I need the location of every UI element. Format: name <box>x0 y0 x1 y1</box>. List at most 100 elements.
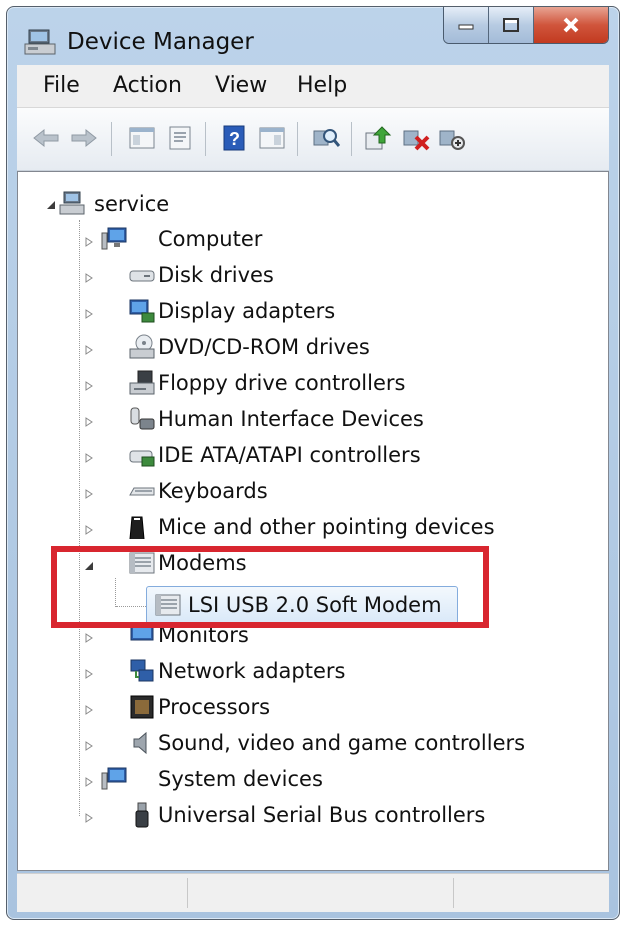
action-pane-button[interactable] <box>257 123 287 153</box>
tree-node-label[interactable]: IDE ATA/ATAPI controllers <box>158 443 421 467</box>
menu-action[interactable]: Action <box>113 73 182 98</box>
collapsed-arrow-icon <box>85 417 93 427</box>
collapsed-arrow-icon <box>85 813 93 823</box>
maximize-icon <box>503 18 519 32</box>
collapsed-arrow-icon <box>85 705 93 715</box>
expand-toggle[interactable] <box>82 703 96 717</box>
expand-root-toggle[interactable] <box>44 198 58 212</box>
svg-text:?: ? <box>229 129 240 149</box>
disable-button[interactable] <box>437 123 467 153</box>
network-adapter-icon <box>130 659 154 682</box>
expand-toggle[interactable] <box>82 667 96 681</box>
disable-icon <box>439 130 465 150</box>
expand-toggle[interactable] <box>82 487 96 501</box>
toolbar-separator <box>351 122 352 156</box>
properties-button[interactable] <box>165 123 195 153</box>
toolbar-separator <box>297 122 298 156</box>
expand-toggle[interactable] <box>82 379 96 393</box>
toolbar-separator <box>205 122 206 156</box>
menu-bar: File Action View Help <box>17 65 609 108</box>
scan-hardware-icon <box>313 129 340 147</box>
close-button[interactable] <box>534 7 608 43</box>
expand-toggle[interactable] <box>82 271 96 285</box>
collapsed-arrow-icon <box>85 345 93 355</box>
close-icon <box>563 17 579 33</box>
menu-view[interactable]: View <box>215 73 267 98</box>
processor-icon <box>130 695 154 719</box>
expand-toggle[interactable] <box>82 739 96 753</box>
title-bar[interactable]: Device Manager <box>7 7 619 65</box>
help-button[interactable]: ? <box>219 123 249 153</box>
show-hide-action-pane-icon <box>259 127 285 149</box>
menu-help[interactable]: Help <box>297 73 347 98</box>
collapsed-arrow-icon <box>85 669 93 679</box>
expand-toggle[interactable] <box>82 415 96 429</box>
tree-node-label[interactable]: Display adapters <box>158 299 335 323</box>
window-title: Device Manager <box>67 29 254 55</box>
help-icon: ? <box>223 125 245 151</box>
collapsed-arrow-icon <box>85 309 93 319</box>
collapsed-arrow-icon <box>85 381 93 391</box>
tree-node-label[interactable]: Mice and other pointing devices <box>158 515 495 539</box>
minimize-button[interactable] <box>444 7 489 43</box>
tree-node-label[interactable]: System devices <box>158 767 323 791</box>
tree-line <box>79 220 80 816</box>
uninstall-button[interactable] <box>401 123 431 153</box>
device-manager-window: Device Manager File Action View Help ? s… <box>6 6 620 920</box>
tree-node-label[interactable]: Processors <box>158 695 270 719</box>
expand-toggle[interactable] <box>82 235 96 249</box>
tree-node-label[interactable]: Sound, video and game controllers <box>158 731 525 755</box>
status-bar <box>17 873 609 912</box>
floppy-controller-icon <box>129 370 155 395</box>
expand-toggle[interactable] <box>82 523 96 537</box>
collapsed-arrow-icon <box>85 273 93 283</box>
show-hide-tree-button[interactable] <box>127 123 157 153</box>
collapsed-arrow-icon <box>85 489 93 499</box>
expand-toggle[interactable] <box>82 451 96 465</box>
forward-arrow-icon <box>71 128 97 148</box>
ide-controller-icon <box>129 450 155 467</box>
collapsed-arrow-icon <box>85 453 93 463</box>
highlight-annotation-box <box>51 546 489 628</box>
scan-hardware-button[interactable] <box>311 123 341 153</box>
device-manager-icon <box>24 29 56 55</box>
display-adapter-icon <box>129 299 155 323</box>
expand-toggle[interactable] <box>82 307 96 321</box>
status-divider <box>453 878 455 908</box>
expand-toggle[interactable] <box>82 343 96 357</box>
maximize-button[interactable] <box>489 7 534 43</box>
usb-icon <box>135 802 149 828</box>
computer-icon <box>59 191 85 215</box>
properties-icon <box>169 126 191 150</box>
device-tree[interactable]: service Computer Disk drives Display ada… <box>17 171 609 871</box>
show-hide-tree-icon <box>129 127 155 149</box>
system-devices-icon <box>101 767 127 790</box>
tree-node-label[interactable]: Network adapters <box>158 659 345 683</box>
tree-node-label[interactable]: DVD/CD-ROM drives <box>158 335 370 359</box>
forward-button[interactable] <box>69 123 99 153</box>
toolbar-separator <box>111 122 112 156</box>
expand-toggle[interactable] <box>82 631 96 645</box>
tree-node-label[interactable]: Keyboards <box>158 479 268 503</box>
mouse-icon <box>129 516 145 540</box>
tree-node-label[interactable]: Disk drives <box>158 263 274 287</box>
root-node-label[interactable]: service <box>94 192 169 216</box>
sound-icon <box>133 731 147 755</box>
hid-icon <box>130 407 155 430</box>
status-divider <box>187 878 189 908</box>
update-driver-button[interactable] <box>363 123 393 153</box>
menu-file[interactable]: File <box>43 73 80 98</box>
disk-drive-icon <box>129 270 155 282</box>
collapsed-arrow-icon <box>85 237 93 247</box>
tree-node-label[interactable]: Floppy drive controllers <box>158 371 405 395</box>
tree-node-label[interactable]: Human Interface Devices <box>158 407 424 431</box>
tree-node-label[interactable]: Universal Serial Bus controllers <box>158 803 485 827</box>
tree-node-label[interactable]: Computer <box>158 227 262 251</box>
expand-toggle[interactable] <box>82 811 96 825</box>
expand-toggle[interactable] <box>82 775 96 789</box>
window-buttons <box>443 7 609 44</box>
back-button[interactable] <box>31 123 61 153</box>
collapsed-arrow-icon <box>85 525 93 535</box>
expanded-arrow-icon <box>47 201 55 209</box>
dvd-drive-icon <box>129 334 155 359</box>
